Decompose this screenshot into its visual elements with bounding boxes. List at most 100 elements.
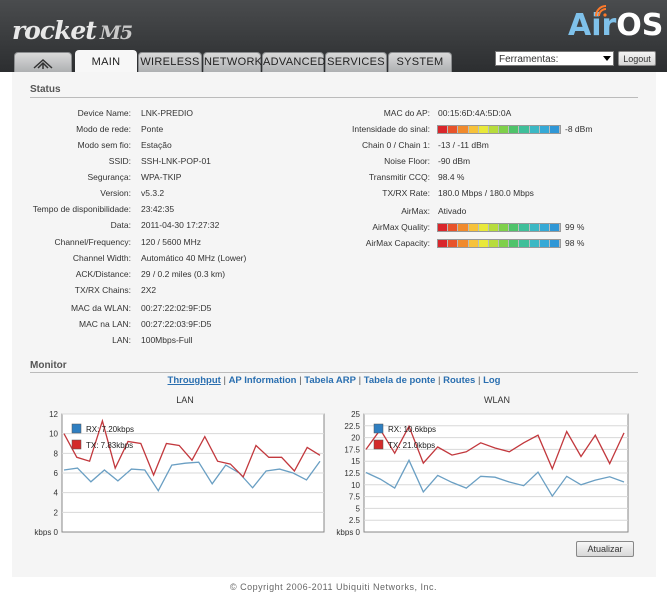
refresh-button[interactable]: Atualizar (576, 541, 634, 557)
status-value: 98.4 % (438, 172, 465, 182)
link-arp-table[interactable]: Tabela ARP (304, 375, 356, 386)
copyright-footer: © Copyright 2006-2011 Ubiquiti Networks,… (229, 582, 438, 592)
status-value: 98 % (565, 238, 585, 248)
monitor-links: Throughput | AP Information | Tabela ARP… (167, 375, 501, 386)
status-value: Ponte (141, 124, 164, 134)
legend-label-tx: TX: 7.83kbps (86, 441, 133, 450)
legend-swatch-tx (373, 439, 384, 450)
status-value: Ativado (438, 206, 467, 216)
status-value: v5.3.2 (141, 188, 165, 198)
status-label: Tempo de disponibilidade: (32, 204, 131, 214)
signal-wave-icon (595, 5, 607, 17)
y-tick-label: 22.5 (344, 422, 360, 431)
tab-wireless[interactable]: WIRELESS (138, 52, 202, 72)
status-value: 99 % (565, 222, 585, 232)
y-tick-label: kbps 0 (34, 528, 58, 536)
y-tick-label: 4 (54, 489, 59, 498)
status-value: 00:27:22:03:9F:D5 (141, 319, 212, 329)
tools-select[interactable]: Ferramentas: (495, 51, 614, 66)
status-label: Channel/Frequency: (54, 237, 131, 247)
status-label: Intensidade do sinal: (352, 124, 430, 134)
status-value: -13 / -11 dBm (438, 140, 489, 150)
status-value: 120 / 5600 MHz (141, 237, 202, 247)
monitor-divider (30, 372, 638, 373)
link-bridge-table[interactable]: Tabela de ponte (364, 375, 436, 386)
status-label: MAC do AP: (383, 108, 430, 118)
wlan-throughput-chart: kbps 0 2.5 5 7.5 10 12.5 15 17.5 20 22.5 25 RX: 10.… (336, 410, 629, 536)
legend-swatch-rx (71, 423, 82, 434)
signal-level-bar (437, 223, 561, 232)
link-throughput[interactable]: Throughput (168, 375, 221, 386)
status-label: MAC da WLAN: (71, 303, 131, 313)
y-tick-label: 20 (351, 434, 360, 443)
y-tick-label: 25 (351, 410, 360, 419)
logout-button[interactable]: Logout (618, 51, 656, 66)
y-tick-label: 12.5 (344, 469, 360, 478)
y-tick-label: 12 (49, 410, 58, 419)
signal-level-bar (437, 125, 561, 134)
signal-level-bar (437, 239, 561, 248)
link-routes[interactable]: Routes (443, 375, 475, 386)
status-label: Device Name: (77, 108, 131, 118)
status-label: ACK/Distance: (75, 269, 131, 279)
tab-ubnt-logo[interactable] (14, 52, 72, 72)
tab-advanced[interactable]: ADVANCED (262, 52, 325, 72)
status-value: 2011-04-30 17:27:32 (141, 220, 220, 230)
status-label: AirMax Quality: (372, 222, 430, 232)
status-value: 100Mbps-Full (141, 335, 193, 345)
link-log[interactable]: Log (483, 375, 500, 386)
status-label: Version: (100, 188, 131, 198)
y-tick-label: 15 (351, 457, 360, 466)
product-logo: rocket M5 (12, 16, 133, 45)
legend-label-rx: RX: 10.6kbps (388, 425, 436, 434)
y-tick-label: 17.5 (344, 445, 360, 454)
y-tick-label: 2.5 (349, 516, 361, 525)
header-bar: rocket M5 AirOS MAIN WIRELESS NETWORK ADV… (0, 0, 667, 73)
status-label: Segurança: (87, 172, 131, 182)
tools-select-value: Ferramentas: (499, 54, 559, 65)
status-value: 29 / 0.2 miles (0.3 km) (141, 269, 226, 279)
status-value: -90 dBm (438, 156, 471, 166)
status-label: AirMax Capacity: (365, 238, 430, 248)
status-label: Modo sem fio: (77, 140, 131, 150)
status-value: 00:27:22:02:9F:D5 (141, 303, 212, 313)
ubiquiti-logo-icon (33, 58, 53, 69)
tab-services[interactable]: SERVICES (325, 52, 387, 72)
status-label: Modo de rede: (76, 124, 131, 134)
legend-swatch-tx (71, 439, 82, 450)
status-section-title: Status (30, 84, 61, 95)
y-tick-label: kbps 0 (336, 528, 360, 536)
tab-main[interactable]: MAIN (75, 50, 137, 73)
y-tick-label: 2 (54, 508, 59, 517)
y-tick-label: 5 (356, 504, 361, 513)
status-value: SSH-LNK-POP-01 (141, 156, 211, 166)
status-label: MAC na LAN: (79, 319, 131, 329)
status-label: Transmitir CCQ: (368, 172, 430, 182)
status-value: Automático 40 MHz (Lower) (141, 253, 247, 263)
status-value: 00:15:6D:4A:5D:0A (438, 108, 512, 118)
monitor-section-title: Monitor (30, 360, 67, 371)
status-label: Chain 0 / Chain 1: (361, 140, 430, 150)
status-label: SSID: (108, 156, 131, 166)
status-value: 23:42:35 (141, 204, 175, 214)
chevron-down-icon (603, 56, 611, 61)
status-value: 2X2 (141, 285, 157, 295)
legend-label-rx: RX: 7.20kbps (86, 425, 134, 434)
lan-throughput-chart: kbps 0 2 4 6 8 10 12 RX: 7.20kbps TX: 7.83kbps (34, 410, 325, 536)
status-label: TX/RX Chains: (74, 285, 131, 295)
status-divider (30, 97, 638, 98)
status-label: Channel Width: (72, 253, 131, 263)
status-value: Estação (141, 140, 172, 150)
status-value: LNK-PREDIO (141, 108, 193, 118)
tab-system[interactable]: SYSTEM (388, 52, 452, 72)
status-label: LAN: (112, 335, 131, 345)
y-tick-label: 6 (54, 469, 59, 478)
wlan-chart-title: WLAN (483, 395, 510, 405)
status-value: WPA-TKIP (141, 172, 182, 182)
status-label: Data: (110, 220, 131, 230)
lan-chart-title: LAN (176, 395, 194, 405)
tab-network[interactable]: NETWORK (203, 52, 262, 72)
status-value: 180.0 Mbps / 180.0 Mbps (438, 188, 534, 198)
y-tick-label: 10 (351, 481, 360, 490)
link-ap-information[interactable]: AP Information (229, 375, 297, 386)
